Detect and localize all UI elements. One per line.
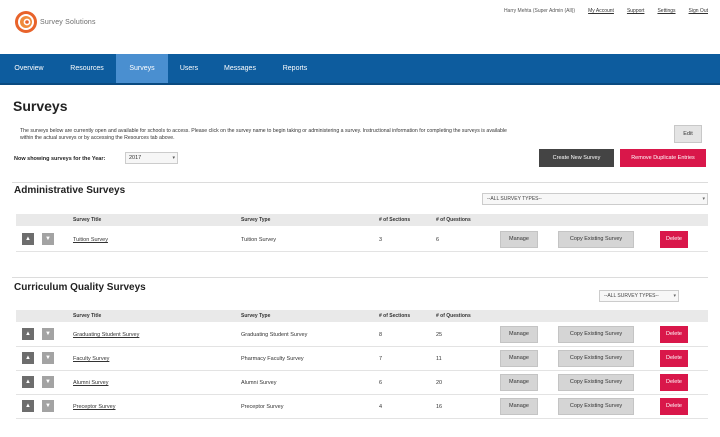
nav-overview[interactable]: Overview	[0, 54, 58, 83]
move-down-icon[interactable]: ▼	[42, 400, 54, 412]
app-header: Survey Solutions Harry Mehta (Super Admi…	[0, 0, 720, 54]
sections-count: 6	[379, 380, 383, 386]
survey-title-link[interactable]: Faculty Survey	[73, 356, 109, 362]
intro-line-1: The surveys below are currently open and…	[20, 128, 507, 134]
sections-count: 8	[379, 332, 383, 338]
curriculum-section-title: Curriculum Quality Surveys	[14, 282, 146, 293]
user-nav: Harry Mehta (Super Admin (All)) My Accou…	[504, 8, 708, 14]
sections-count: 7	[379, 356, 383, 362]
move-up-icon[interactable]: ▲	[22, 328, 34, 340]
settings-link[interactable]: Settings	[657, 8, 675, 14]
admin-section-title: Administrative Surveys	[14, 185, 126, 196]
move-down-icon[interactable]: ▼	[42, 233, 54, 245]
copy-survey-button[interactable]: Copy Existing Survey	[558, 350, 634, 367]
col-survey-title: Survey Title	[73, 313, 102, 319]
table-row: ▲ ▼ Tuition Survey Tuition Survey 3 6 Ma…	[16, 228, 708, 252]
survey-type: Tuition Survey	[241, 237, 276, 243]
sign-out-link[interactable]: Sign Out	[689, 8, 708, 14]
delete-button[interactable]: Delete	[660, 350, 688, 367]
survey-type: Alumni Survey	[241, 380, 277, 386]
nav-messages[interactable]: Messages	[210, 54, 270, 83]
questions-count: 16	[436, 404, 443, 410]
chevron-down-icon: ▾	[702, 196, 705, 202]
admin-type-filter-value: --ALL SURVEY TYPES--	[487, 196, 542, 202]
col-survey-type: Survey Type	[241, 313, 271, 319]
survey-type: Preceptor Survey	[241, 404, 284, 410]
delete-button[interactable]: Delete	[660, 398, 688, 415]
edit-button[interactable]: Edit	[674, 125, 702, 143]
delete-button[interactable]: Delete	[660, 374, 688, 391]
curriculum-table-header: Survey Title Survey Type # of Sections #…	[16, 310, 708, 322]
sections-count: 4	[379, 404, 383, 410]
page-title: Surveys	[13, 98, 68, 114]
year-value: 2017	[129, 155, 142, 161]
table-row: ▲ ▼ Graduating Student Survey Graduating…	[16, 323, 708, 347]
my-account-link[interactable]: My Account	[588, 8, 614, 14]
col-questions: # of Questions	[436, 217, 471, 223]
chevron-down-icon: ▾	[172, 155, 175, 161]
chevron-down-icon: ▾	[673, 293, 676, 299]
manage-button[interactable]: Manage	[500, 398, 538, 415]
copy-survey-button[interactable]: Copy Existing Survey	[558, 398, 634, 415]
year-label: Now showing surveys for the Year:	[14, 156, 106, 162]
nav-users[interactable]: Users	[168, 54, 210, 83]
support-link[interactable]: Support	[627, 8, 645, 14]
survey-title-link[interactable]: Graduating Student Survey	[73, 332, 139, 338]
curriculum-type-filter-value: --ALL SURVEY TYPES--	[604, 293, 659, 299]
main-nav: Overview Resources Surveys Users Message…	[0, 54, 720, 85]
admin-type-filter[interactable]: --ALL SURVEY TYPES-- ▾	[482, 193, 708, 205]
copy-survey-button[interactable]: Copy Existing Survey	[558, 374, 634, 391]
sections-count: 3	[379, 237, 383, 243]
move-up-icon[interactable]: ▲	[22, 352, 34, 364]
questions-count: 6	[436, 237, 440, 243]
col-survey-title: Survey Title	[73, 217, 102, 223]
nav-reports[interactable]: Reports	[270, 54, 320, 83]
table-row: ▲ ▼ Alumni Survey Alumni Survey 6 20 Man…	[16, 371, 708, 395]
survey-title-link[interactable]: Preceptor Survey	[73, 404, 116, 410]
curriculum-type-filter[interactable]: --ALL SURVEY TYPES-- ▾	[599, 290, 679, 302]
copy-survey-button[interactable]: Copy Existing Survey	[558, 326, 634, 343]
move-down-icon[interactable]: ▼	[42, 328, 54, 340]
section-divider	[12, 182, 708, 183]
questions-count: 25	[436, 332, 443, 338]
intro-line-2: within the actual surveys or by accessin…	[20, 135, 175, 141]
admin-table-header: Survey Title Survey Type # of Sections #…	[16, 214, 708, 226]
table-row: ▲ ▼ Faculty Survey Pharmacy Faculty Surv…	[16, 347, 708, 371]
survey-type: Graduating Student Survey	[241, 332, 308, 338]
intro-text: The surveys below are currently open and…	[20, 128, 660, 142]
questions-count: 11	[436, 356, 442, 362]
spiral-logo-icon[interactable]	[14, 10, 38, 34]
section-divider	[12, 277, 708, 278]
manage-button[interactable]: Manage	[500, 326, 538, 343]
manage-button[interactable]: Manage	[500, 374, 538, 391]
survey-title-link[interactable]: Alumni Survey	[73, 380, 108, 386]
col-questions: # of Questions	[436, 313, 471, 319]
table-row: ▲ ▼ Preceptor Survey Preceptor Survey 4 …	[16, 395, 708, 419]
move-up-icon[interactable]: ▲	[22, 376, 34, 388]
create-new-survey-button[interactable]: Create New Survey	[539, 149, 614, 167]
brand-name: Survey Solutions	[40, 19, 96, 26]
survey-title-link[interactable]: Tuition Survey	[73, 237, 108, 243]
manage-button[interactable]: Manage	[500, 231, 538, 248]
questions-count: 20	[436, 380, 443, 386]
move-up-icon[interactable]: ▲	[22, 400, 34, 412]
manage-button[interactable]: Manage	[500, 350, 538, 367]
copy-survey-button[interactable]: Copy Existing Survey	[558, 231, 634, 248]
move-down-icon[interactable]: ▼	[42, 352, 54, 364]
move-up-icon[interactable]: ▲	[22, 233, 34, 245]
col-sections: # of Sections	[379, 313, 411, 319]
current-user: Harry Mehta (Super Admin (All))	[503, 8, 576, 14]
remove-duplicate-entries-button[interactable]: Remove Duplicate Entries	[620, 149, 706, 167]
nav-surveys[interactable]: Surveys	[116, 54, 168, 83]
delete-button[interactable]: Delete	[660, 326, 688, 343]
col-survey-type: Survey Type	[241, 217, 271, 223]
delete-button[interactable]: Delete	[660, 231, 688, 248]
nav-resources[interactable]: Resources	[58, 54, 116, 83]
move-down-icon[interactable]: ▼	[42, 376, 54, 388]
survey-type: Pharmacy Faculty Survey	[241, 356, 304, 362]
year-select[interactable]: 2017 ▾	[125, 152, 178, 164]
col-sections: # of Sections	[379, 217, 411, 223]
